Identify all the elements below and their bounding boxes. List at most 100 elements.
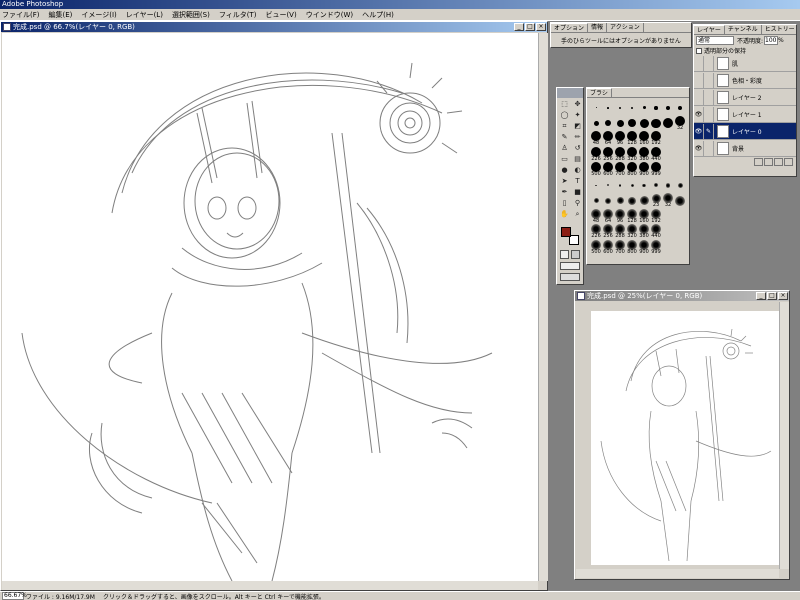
tab-info[interactable]: 情報	[588, 23, 608, 32]
brush-preset[interactable]	[590, 116, 602, 132]
layer-row[interactable]: 👁 ✎ レイヤー 0	[694, 123, 796, 140]
brush-preset[interactable]	[602, 193, 614, 209]
secondary-maximize-button[interactable]: □	[767, 292, 777, 300]
brush-preset[interactable]: 288	[614, 146, 626, 163]
brush-preset[interactable]	[590, 100, 602, 116]
brush-preset[interactable]: 900	[638, 162, 650, 178]
quick-mask-on-button[interactable]	[571, 250, 580, 259]
brush-preset[interactable]: 999	[650, 162, 662, 178]
move-icon[interactable]: ✥	[571, 99, 584, 110]
secondary-horizontal-scrollbar[interactable]	[576, 569, 779, 578]
brush-preset[interactable]	[674, 178, 686, 194]
tab-channels[interactable]: チャンネル	[725, 25, 762, 34]
brush-preset[interactable]: 600	[602, 162, 614, 178]
tab-brushes[interactable]: ブラシ	[587, 88, 612, 97]
link-icon[interactable]	[704, 140, 714, 156]
brush-preset[interactable]	[662, 131, 674, 147]
brush-preset[interactable]: 900	[638, 239, 650, 256]
eye-icon[interactable]	[694, 72, 704, 88]
brush-preset[interactable]: 226	[590, 146, 602, 163]
marquee-icon[interactable]: ⬚	[558, 99, 571, 110]
brush-preset[interactable]	[662, 178, 674, 194]
brush-preset[interactable]: 32	[674, 115, 686, 132]
brush-preset[interactable]: 128	[626, 208, 638, 225]
brush-preset[interactable]: 256	[602, 146, 614, 163]
path-select-icon[interactable]: ➤	[558, 176, 571, 187]
brush-preset[interactable]	[602, 178, 614, 194]
gradient-icon[interactable]: ▤	[571, 154, 584, 165]
secondary-canvas[interactable]	[591, 311, 779, 565]
brush-preset[interactable]	[662, 209, 674, 225]
brush-preset[interactable]: 380	[638, 146, 650, 163]
zoom-level-field[interactable]: 66.67%	[2, 592, 27, 600]
brush-preset[interactable]: 192	[650, 131, 662, 147]
brush-preset[interactable]	[626, 100, 638, 116]
brush-preset[interactable]	[626, 178, 638, 194]
opacity-input[interactable]: 100	[764, 36, 779, 45]
link-icon[interactable]	[704, 55, 714, 71]
brush-preset[interactable]: 320	[626, 146, 638, 163]
brush-preset[interactable]: 800	[626, 239, 638, 256]
menu-file[interactable]: ファイル(F)	[2, 10, 40, 20]
hand-icon[interactable]: ✋	[558, 209, 571, 220]
trash-icon[interactable]	[784, 158, 793, 166]
brush-preset[interactable]	[650, 100, 662, 116]
layer-row[interactable]: 👁 レイヤー 1	[694, 106, 796, 123]
dodge-icon[interactable]: ◐	[571, 165, 584, 176]
menu-select[interactable]: 選択範囲(S)	[172, 10, 210, 20]
brush-preset[interactable]	[674, 100, 686, 116]
brush-preset[interactable]	[614, 116, 626, 132]
main-vertical-scrollbar[interactable]	[538, 33, 548, 581]
brush-preset[interactable]	[638, 193, 650, 209]
tab-options[interactable]: オプション	[551, 23, 589, 32]
type-icon[interactable]: T	[571, 176, 584, 187]
layer-style-icon[interactable]	[754, 158, 763, 166]
brush-preset[interactable]: 96	[614, 131, 626, 147]
clone-stamp-icon[interactable]: ♙	[558, 143, 571, 154]
brush-preset[interactable]	[638, 116, 650, 132]
pen-icon[interactable]: ✒	[558, 187, 571, 198]
minimize-button[interactable]: _	[514, 23, 524, 31]
menu-layer[interactable]: レイヤー(L)	[126, 10, 163, 20]
eye-icon[interactable]: 👁	[694, 123, 704, 139]
brush-preset[interactable]: 160	[638, 208, 650, 225]
secondary-window-titlebar[interactable]: 完成.psd @ 25%(レイヤー 0, RGB) _ □ ×	[575, 291, 789, 301]
brush-preset[interactable]	[614, 178, 626, 194]
brush-preset[interactable]: 600	[602, 239, 614, 256]
brush-preset[interactable]: 48	[590, 131, 602, 147]
screen-mode-button[interactable]	[560, 262, 580, 270]
crop-icon[interactable]: ⌗	[558, 121, 571, 132]
brush-preset[interactable]	[674, 162, 686, 178]
layer-row[interactable]: 👁 背景	[694, 140, 796, 157]
brush-preset[interactable]	[650, 116, 662, 132]
brush-preset[interactable]: 48	[590, 208, 602, 225]
menu-window[interactable]: ウインドウ(W)	[306, 10, 353, 20]
brush-preset[interactable]: 226	[590, 224, 602, 240]
link-icon[interactable]	[704, 106, 714, 122]
brush-preset[interactable]: 128	[626, 131, 638, 147]
close-button[interactable]: ×	[536, 23, 546, 31]
maximize-button[interactable]: □	[525, 23, 535, 31]
brush-preset[interactable]	[674, 193, 686, 209]
brush-preset[interactable]	[614, 100, 626, 116]
brush-preset[interactable]	[590, 193, 602, 209]
magic-wand-icon[interactable]: ✦	[571, 110, 584, 121]
slice-icon[interactable]: ◩	[571, 121, 584, 132]
menu-edit[interactable]: 編集(E)	[49, 10, 73, 20]
brush-preset[interactable]	[638, 178, 650, 194]
brush-preset[interactable]: 700	[614, 239, 626, 256]
brush-preset[interactable]	[674, 240, 686, 256]
brush-preset[interactable]: 320	[626, 224, 638, 240]
quick-mask-button[interactable]	[560, 250, 569, 259]
brush-preset[interactable]: 800	[626, 162, 638, 178]
brush-preset[interactable]: 700	[614, 162, 626, 178]
brush-preset[interactable]	[674, 209, 686, 225]
notes-icon[interactable]: ▯	[558, 198, 571, 209]
brush-preset[interactable]: 96	[614, 208, 626, 225]
history-brush-icon[interactable]: ↺	[571, 143, 584, 154]
brush-preset[interactable]	[626, 193, 638, 209]
brush-preset[interactable]: 288	[614, 224, 626, 240]
brush-preset[interactable]	[614, 193, 626, 209]
layer-row[interactable]: 肌	[694, 55, 796, 72]
link-icon[interactable]	[704, 89, 714, 105]
